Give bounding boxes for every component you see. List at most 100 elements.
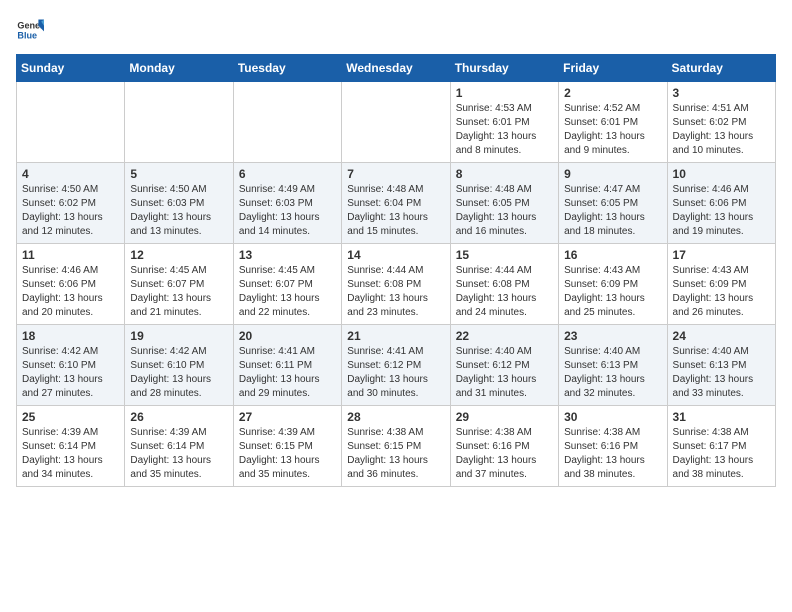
- day-cell-11: 11 Sunrise: 4:46 AM Sunset: 6:06 PM Dayli…: [17, 244, 125, 325]
- day-info: Sunrise: 4:39 AM Sunset: 6:14 PM Dayligh…: [130, 426, 227, 482]
- week-row-3: 11 Sunrise: 4:46 AM Sunset: 6:06 PM Dayli…: [17, 244, 776, 325]
- empty-cell: [17, 82, 125, 163]
- day-info: Sunrise: 4:48 AM Sunset: 6:05 PM Dayligh…: [456, 183, 553, 239]
- empty-cell: [342, 82, 450, 163]
- day-cell-8: 8 Sunrise: 4:48 AM Sunset: 6:05 PM Daylig…: [450, 163, 558, 244]
- day-info: Sunrise: 4:40 AM Sunset: 6:13 PM Dayligh…: [673, 345, 770, 401]
- day-number: 19: [130, 329, 227, 343]
- day-info: Sunrise: 4:53 AM Sunset: 6:01 PM Dayligh…: [456, 102, 553, 158]
- day-cell-15: 15 Sunrise: 4:44 AM Sunset: 6:08 PM Dayli…: [450, 244, 558, 325]
- weekday-header-saturday: Saturday: [667, 55, 775, 82]
- day-info: Sunrise: 4:38 AM Sunset: 6:16 PM Dayligh…: [456, 426, 553, 482]
- day-cell-1: 1 Sunrise: 4:53 AM Sunset: 6:01 PM Daylig…: [450, 82, 558, 163]
- day-info: Sunrise: 4:39 AM Sunset: 6:14 PM Dayligh…: [22, 426, 119, 482]
- day-number: 27: [239, 410, 336, 424]
- day-number: 12: [130, 248, 227, 262]
- day-number: 24: [673, 329, 770, 343]
- day-number: 7: [347, 167, 444, 181]
- header: General Blue: [16, 16, 776, 44]
- day-number: 23: [564, 329, 661, 343]
- day-cell-12: 12 Sunrise: 4:45 AM Sunset: 6:07 PM Dayli…: [125, 244, 233, 325]
- weekday-header-sunday: Sunday: [17, 55, 125, 82]
- day-number: 31: [673, 410, 770, 424]
- day-number: 15: [456, 248, 553, 262]
- day-info: Sunrise: 4:50 AM Sunset: 6:03 PM Dayligh…: [130, 183, 227, 239]
- day-cell-4: 4 Sunrise: 4:50 AM Sunset: 6:02 PM Daylig…: [17, 163, 125, 244]
- day-cell-19: 19 Sunrise: 4:42 AM Sunset: 6:10 PM Dayli…: [125, 325, 233, 406]
- week-row-5: 25 Sunrise: 4:39 AM Sunset: 6:14 PM Dayli…: [17, 406, 776, 487]
- week-row-4: 18 Sunrise: 4:42 AM Sunset: 6:10 PM Dayli…: [17, 325, 776, 406]
- day-info: Sunrise: 4:44 AM Sunset: 6:08 PM Dayligh…: [347, 264, 444, 320]
- weekday-header-thursday: Thursday: [450, 55, 558, 82]
- day-cell-18: 18 Sunrise: 4:42 AM Sunset: 6:10 PM Dayli…: [17, 325, 125, 406]
- day-cell-25: 25 Sunrise: 4:39 AM Sunset: 6:14 PM Dayli…: [17, 406, 125, 487]
- day-cell-21: 21 Sunrise: 4:41 AM Sunset: 6:12 PM Dayli…: [342, 325, 450, 406]
- day-cell-10: 10 Sunrise: 4:46 AM Sunset: 6:06 PM Dayli…: [667, 163, 775, 244]
- day-number: 13: [239, 248, 336, 262]
- day-cell-16: 16Sunrise: 4:43 AM Sunset: 6:09 PM Dayli…: [559, 244, 667, 325]
- day-number: 9: [564, 167, 661, 181]
- day-number: 14: [347, 248, 444, 262]
- day-number: 1: [456, 86, 553, 100]
- day-cell-14: 14 Sunrise: 4:44 AM Sunset: 6:08 PM Dayli…: [342, 244, 450, 325]
- day-info: Sunrise: 4:44 AM Sunset: 6:08 PM Dayligh…: [456, 264, 553, 320]
- day-number: 2: [564, 86, 661, 100]
- day-cell-9: 9 Sunrise: 4:47 AM Sunset: 6:05 PM Daylig…: [559, 163, 667, 244]
- day-number: 17: [673, 248, 770, 262]
- day-info: Sunrise: 4:51 AM Sunset: 6:02 PM Dayligh…: [673, 102, 770, 158]
- day-info: Sunrise: 4:48 AM Sunset: 6:04 PM Dayligh…: [347, 183, 444, 239]
- day-info: Sunrise: 4:49 AM Sunset: 6:03 PM Dayligh…: [239, 183, 336, 239]
- day-info: Sunrise: 4:41 AM Sunset: 6:12 PM Dayligh…: [347, 345, 444, 401]
- day-info: Sunrise: 4:52 AM Sunset: 6:01 PM Dayligh…: [564, 102, 661, 158]
- day-info: Sunrise: 4:42 AM Sunset: 6:10 PM Dayligh…: [22, 345, 119, 401]
- day-cell-13: 13 Sunrise: 4:45 AM Sunset: 6:07 PM Dayli…: [233, 244, 341, 325]
- weekday-header-friday: Friday: [559, 55, 667, 82]
- day-number: 21: [347, 329, 444, 343]
- day-cell-17: 17 Sunrise: 4:43 AM Sunset: 6:09 PM Dayli…: [667, 244, 775, 325]
- day-number: 6: [239, 167, 336, 181]
- empty-cell: [233, 82, 341, 163]
- day-info: Sunrise: 4:39 AM Sunset: 6:15 PM Dayligh…: [239, 426, 336, 482]
- day-info: Sunrise: 4:50 AM Sunset: 6:02 PM Dayligh…: [22, 183, 119, 239]
- day-info: Sunrise: 4:38 AM Sunset: 6:15 PM Dayligh…: [347, 426, 444, 482]
- day-info: Sunrise: 4:40 AM Sunset: 6:12 PM Dayligh…: [456, 345, 553, 401]
- logo-icon: General Blue: [16, 16, 44, 44]
- day-cell-7: 7 Sunrise: 4:48 AM Sunset: 6:04 PM Daylig…: [342, 163, 450, 244]
- day-info: Sunrise: 4:46 AM Sunset: 6:06 PM Dayligh…: [22, 264, 119, 320]
- day-number: 25: [22, 410, 119, 424]
- day-cell-5: 5Sunrise: 4:50 AM Sunset: 6:03 PM Daylig…: [125, 163, 233, 244]
- day-info: Sunrise: 4:46 AM Sunset: 6:06 PM Dayligh…: [673, 183, 770, 239]
- day-cell-22: 22Sunrise: 4:40 AM Sunset: 6:12 PM Dayli…: [450, 325, 558, 406]
- day-info: Sunrise: 4:47 AM Sunset: 6:05 PM Dayligh…: [564, 183, 661, 239]
- day-number: 10: [673, 167, 770, 181]
- day-number: 3: [673, 86, 770, 100]
- day-number: 8: [456, 167, 553, 181]
- day-info: Sunrise: 4:38 AM Sunset: 6:16 PM Dayligh…: [564, 426, 661, 482]
- day-number: 28: [347, 410, 444, 424]
- calendar-table: SundayMondayTuesdayWednesdayThursdayFrid…: [16, 54, 776, 487]
- day-number: 18: [22, 329, 119, 343]
- day-cell-31: 31Sunrise: 4:38 AM Sunset: 6:17 PM Dayli…: [667, 406, 775, 487]
- day-cell-3: 3 Sunrise: 4:51 AM Sunset: 6:02 PM Daylig…: [667, 82, 775, 163]
- day-cell-27: 27 Sunrise: 4:39 AM Sunset: 6:15 PM Dayli…: [233, 406, 341, 487]
- logo: General Blue: [16, 16, 44, 44]
- day-info: Sunrise: 4:45 AM Sunset: 6:07 PM Dayligh…: [130, 264, 227, 320]
- day-cell-6: 6 Sunrise: 4:49 AM Sunset: 6:03 PM Daylig…: [233, 163, 341, 244]
- day-info: Sunrise: 4:45 AM Sunset: 6:07 PM Dayligh…: [239, 264, 336, 320]
- day-cell-24: 24 Sunrise: 4:40 AM Sunset: 6:13 PM Dayli…: [667, 325, 775, 406]
- day-cell-29: 29 Sunrise: 4:38 AM Sunset: 6:16 PM Dayli…: [450, 406, 558, 487]
- weekday-header-monday: Monday: [125, 55, 233, 82]
- day-info: Sunrise: 4:42 AM Sunset: 6:10 PM Dayligh…: [130, 345, 227, 401]
- day-number: 30: [564, 410, 661, 424]
- day-info: Sunrise: 4:43 AM Sunset: 6:09 PM Dayligh…: [673, 264, 770, 320]
- day-cell-23: 23 Sunrise: 4:40 AM Sunset: 6:13 PM Dayli…: [559, 325, 667, 406]
- week-row-2: 4 Sunrise: 4:50 AM Sunset: 6:02 PM Daylig…: [17, 163, 776, 244]
- weekday-header-tuesday: Tuesday: [233, 55, 341, 82]
- day-number: 29: [456, 410, 553, 424]
- weekday-header-row: SundayMondayTuesdayWednesdayThursdayFrid…: [17, 55, 776, 82]
- day-cell-2: 2 Sunrise: 4:52 AM Sunset: 6:01 PM Daylig…: [559, 82, 667, 163]
- day-number: 4: [22, 167, 119, 181]
- day-info: Sunrise: 4:40 AM Sunset: 6:13 PM Dayligh…: [564, 345, 661, 401]
- weekday-header-wednesday: Wednesday: [342, 55, 450, 82]
- day-number: 11: [22, 248, 119, 262]
